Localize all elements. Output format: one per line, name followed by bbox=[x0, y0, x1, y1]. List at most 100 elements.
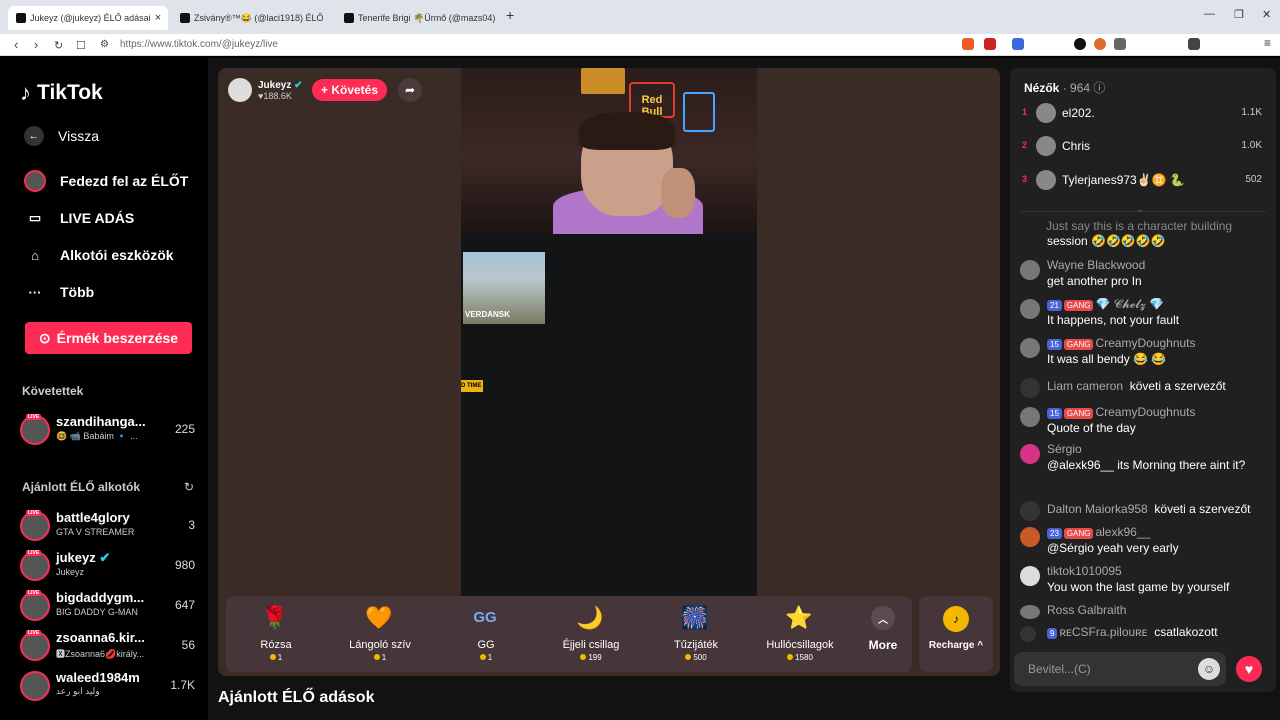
url-field[interactable]: https://www.tiktok.com/@jukeyz/live bbox=[120, 39, 278, 50]
avatar[interactable] bbox=[1020, 260, 1040, 280]
top-viewer[interactable]: 2 Chris 1.0K bbox=[1022, 135, 1262, 157]
username[interactable]: tiktok1010095 bbox=[1047, 564, 1122, 578]
back-arrow-icon[interactable]: ‹ bbox=[14, 37, 18, 52]
tiktok-favicon-icon bbox=[344, 13, 354, 23]
reload-icon[interactable]: ↻ bbox=[54, 39, 63, 52]
gift-item[interactable]: 🌙 Éjjeli csillag 199 bbox=[541, 596, 641, 672]
nav-label: Több bbox=[60, 284, 95, 300]
recharge-button[interactable]: ♪ Recharge ^ bbox=[919, 596, 993, 672]
browser-tab-active[interactable]: Jukeyz (@jukeyz) ÉLŐ adásai × bbox=[8, 6, 168, 30]
avatar[interactable] bbox=[1020, 566, 1040, 586]
viewer-count: 1.7K bbox=[170, 678, 195, 692]
username[interactable]: Liam cameron bbox=[1047, 379, 1123, 393]
username[interactable]: Sérgio bbox=[1047, 442, 1082, 456]
gift-name: Éjjeli csillag bbox=[562, 639, 620, 651]
close-tab-icon[interactable]: × bbox=[155, 12, 161, 24]
minimize-icon[interactable]: — bbox=[1204, 8, 1215, 20]
account-subtitle: GTA V STREAMER bbox=[56, 527, 135, 537]
extension-icon[interactable] bbox=[1012, 38, 1024, 50]
refresh-icon[interactable]: ↻ bbox=[184, 480, 194, 494]
message-text: get another pro In bbox=[1047, 274, 1142, 288]
browser-tab[interactable]: Tenerife Brigi 🌴Ürmő (@mazs04) ÉL bbox=[336, 6, 496, 30]
recommended-account[interactable]: LIVE jukeyz ✔ Jukeyz 980 bbox=[20, 549, 200, 583]
like-heart-button[interactable]: ♥ bbox=[1236, 656, 1262, 682]
video-frame[interactable]: Red Bull VERDANSK D TIME bbox=[461, 68, 757, 596]
avatar[interactable] bbox=[1020, 338, 1040, 358]
coin-icon bbox=[269, 654, 276, 660]
avatar[interactable] bbox=[1020, 407, 1040, 427]
username[interactable]: 23 GANG alexk96__ bbox=[1047, 525, 1150, 539]
avatar[interactable] bbox=[1020, 444, 1040, 464]
gift-item[interactable]: ⭐ Hullócsillagok 1580 bbox=[750, 596, 850, 672]
site-info-icon[interactable]: ⚙ bbox=[100, 39, 109, 50]
following-account[interactable]: LIVE szandihanga... 🤓 📹 Babáim 🔹 ... 225 bbox=[20, 413, 200, 447]
forward-arrow-icon[interactable]: › bbox=[34, 37, 38, 52]
chat-input[interactable]: Bevitel...(C) bbox=[1014, 652, 1226, 686]
message-text: It happens, not your fault bbox=[1047, 313, 1180, 327]
level-badge: 21 bbox=[1047, 300, 1062, 311]
tiktok-logo[interactable]: ♪ TikTok bbox=[20, 80, 103, 106]
avatar: LIVE bbox=[20, 414, 50, 445]
gift-item[interactable]: 🎆 Tűzijáték 500 bbox=[646, 596, 746, 672]
viewer-name: Chris bbox=[1062, 139, 1091, 153]
gift-item[interactable]: 🌹 Rózsa 1 bbox=[226, 596, 326, 672]
rewards-icon[interactable] bbox=[984, 38, 996, 50]
streamer-info[interactable]: Jukeyz ✔ ♥188.6K bbox=[228, 78, 303, 102]
username[interactable]: 15 GANG CreamyDoughnuts bbox=[1047, 336, 1196, 350]
recommended-account[interactable]: LIVE bigdaddygm... BIG DADDY G-MAN 647 bbox=[20, 589, 200, 623]
recommended-account[interactable]: waleed1984m وليد ابو رعد 1.7K bbox=[20, 669, 200, 701]
menu-icon[interactable]: ≡ bbox=[1264, 36, 1276, 50]
username[interactable]: ʀᴇCSFra.pilouʀᴇ bbox=[1059, 625, 1147, 639]
back-button[interactable]: ← Vissza bbox=[24, 126, 99, 146]
new-tab-button[interactable]: + bbox=[506, 7, 514, 23]
gift-item[interactable]: 🧡 Lángoló szív 1 bbox=[330, 596, 430, 672]
nav-explore-live[interactable]: Fedezd fel az ÉLŐT bbox=[24, 170, 188, 192]
recommended-account[interactable]: LIVE zsoanna6.kir... 🆇Zsoanna6💋király...… bbox=[20, 629, 200, 663]
avatar[interactable] bbox=[1020, 605, 1040, 619]
username[interactable]: 15 GANG CreamyDoughnuts bbox=[1047, 405, 1196, 419]
gift-item[interactable]: GG GG 1 bbox=[436, 596, 536, 672]
chevron-down-icon[interactable]: ⌄ bbox=[1136, 204, 1144, 215]
gift-price: 1 bbox=[436, 653, 536, 662]
username[interactable]: Dalton Maiorka958 bbox=[1047, 502, 1148, 516]
top-viewer[interactable]: 1 el202. 1.1K bbox=[1022, 102, 1262, 124]
nav-more[interactable]: ··· Több bbox=[24, 281, 95, 303]
share-icon[interactable]: ➦ bbox=[398, 78, 422, 102]
avatar[interactable] bbox=[1020, 527, 1040, 547]
follow-icon bbox=[1020, 501, 1040, 521]
username[interactable]: Wayne Blackwood bbox=[1047, 258, 1145, 272]
nav-creator-tools[interactable]: ⌂ Alkotói eszközök bbox=[24, 244, 174, 266]
recommended-account[interactable]: LIVE battle4glory GTA V STREAMER 3 bbox=[20, 509, 200, 543]
likes-value: 188.6K bbox=[263, 90, 292, 101]
username[interactable]: Ross Galbraith bbox=[1047, 603, 1126, 617]
tab-title: Zsivány®™😂 (@laci1918) ÉLŐ bbox=[194, 12, 324, 23]
viewers-count: · 964 bbox=[1062, 81, 1091, 95]
extension-icon[interactable] bbox=[1094, 38, 1106, 50]
more-gifts-button[interactable]: ︿ More bbox=[868, 606, 898, 652]
follow-button[interactable]: + Követés bbox=[312, 79, 388, 101]
gift-price-value: 1580 bbox=[795, 653, 813, 662]
bookmark-icon[interactable]: ☐ bbox=[76, 39, 86, 52]
extension-icon[interactable] bbox=[1074, 38, 1086, 50]
top-viewer[interactable]: 3 Tylerjanes973✌🏻♊ 🐍 502 bbox=[1022, 169, 1262, 191]
emoji-icon[interactable]: ☺ bbox=[1198, 658, 1220, 680]
avatar[interactable] bbox=[1020, 299, 1040, 319]
brave-shield-icon[interactable] bbox=[962, 38, 974, 50]
get-coins-button[interactable]: ⊙ Érmék beszerzése bbox=[25, 322, 192, 354]
viewers-header[interactable]: Nézők · 964 ⓘ bbox=[1024, 79, 1105, 96]
puzzle-icon[interactable] bbox=[1114, 38, 1126, 50]
live-stream-player[interactable]: Red Bull VERDANSK D TIME Jukeyz ✔ ♥188.6… bbox=[218, 68, 1000, 676]
info-icon[interactable]: ⓘ bbox=[1093, 81, 1105, 95]
night-star-icon: 🌙 bbox=[576, 605, 604, 630]
join-event: 9 ʀᴇCSFra.pilouʀᴇ csatlakozott bbox=[1020, 624, 1266, 644]
nav-go-live[interactable]: ▭ LIVE ADÁS bbox=[24, 207, 134, 229]
sidebar-icon[interactable] bbox=[1188, 38, 1200, 50]
username[interactable]: 21 GANG 💎 𝓒𝓱𝓮𝓵𝔃 💎 bbox=[1047, 297, 1164, 312]
tab-title: Tenerife Brigi 🌴Ürmő (@mazs04) ÉL bbox=[358, 12, 496, 23]
close-window-icon[interactable]: ✕ bbox=[1262, 8, 1271, 21]
account-name: szandihanga... bbox=[56, 414, 146, 429]
browser-tab[interactable]: Zsivány®™😂 (@laci1918) ÉLŐ bbox=[172, 6, 332, 30]
maximize-icon[interactable]: ❐ bbox=[1234, 8, 1244, 21]
account-name: waleed1984m bbox=[56, 670, 140, 685]
viewer-count: 647 bbox=[174, 598, 195, 612]
